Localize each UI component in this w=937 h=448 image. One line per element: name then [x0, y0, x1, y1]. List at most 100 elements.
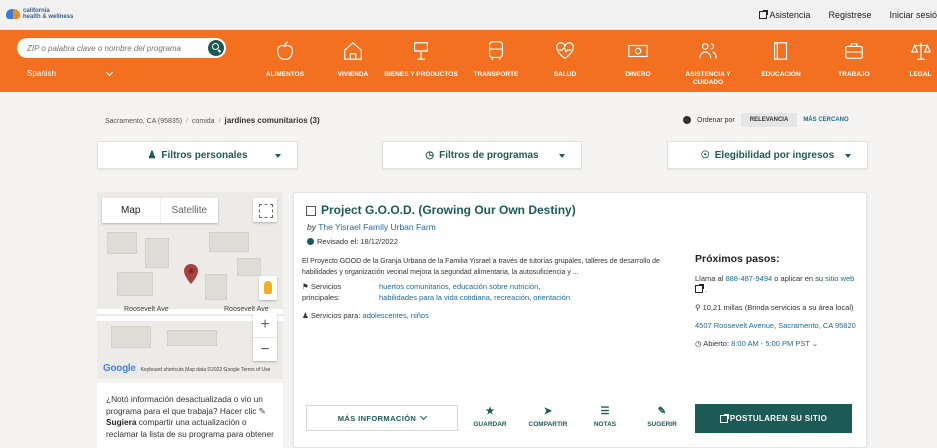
person-icon: ♟: [302, 311, 309, 320]
service-link[interactable]: educación sobre nutrición: [453, 282, 538, 291]
top-bar: california health & wellness Asistencia …: [0, 0, 937, 30]
map-building: [111, 326, 151, 348]
lamp-icon: [413, 42, 429, 60]
map-building: [107, 232, 137, 254]
nav-label: ASISTENCIA Y CUIDADO: [685, 71, 731, 86]
street-label: Roosevelt Ave: [124, 306, 169, 313]
nav-item-trabajo[interactable]: TRABAJO: [832, 30, 876, 92]
street-label: Roosevelt Ave: [224, 306, 269, 313]
top-links: Asistencia Registrese Iniciar sesió: [759, 10, 937, 20]
income-eligibility-dropdown[interactable]: ☉ Elegibilidad por ingresos: [667, 141, 868, 169]
contact-line: Llama al 888-487-9494 o aplicar en su si…: [695, 274, 855, 294]
check-circle-icon: [307, 238, 314, 245]
money-icon: [628, 44, 648, 58]
nav-item-transporte[interactable]: TRANSPORTE: [470, 30, 522, 92]
share-button[interactable]: ➤ COMPARTIR: [523, 406, 573, 428]
breadcrumb: Sacramento, CA (95835) / comida / jardines c…: [105, 116, 320, 125]
clock-icon: ◷: [695, 339, 702, 348]
program-title[interactable]: Project G.O.O.D. (Growing Our Own Destin…: [321, 203, 576, 217]
map-type-map-button[interactable]: Map: [102, 198, 160, 223]
save-button[interactable]: ★ GUARDAR: [465, 406, 515, 428]
select-checkbox[interactable]: [306, 206, 316, 216]
nav-item-asistencia[interactable]: ASISTENCIA Y CUIDADO: [680, 30, 736, 92]
map-footer: Google Keyboard shortcuts Map data ©2022…: [103, 363, 270, 374]
zoom-in-button[interactable]: +: [253, 313, 277, 337]
nav-item-legal[interactable]: LEGAL: [904, 30, 937, 92]
filter-label: Filtros de programas: [439, 149, 539, 161]
nav-item-dinero[interactable]: DINERO: [618, 30, 658, 92]
map-pin-icon[interactable]: [184, 264, 198, 284]
service-link[interactable]: recreación: [494, 293, 529, 302]
suggest-button[interactable]: ✎ SUGERIR: [637, 406, 687, 428]
services-list: huertos comunitarios, educación sobre nu…: [379, 282, 570, 302]
breadcrumb-location[interactable]: Sacramento, CA (95835): [105, 118, 182, 125]
info-icon[interactable]: [683, 116, 691, 124]
language-selector[interactable]: Spanish: [27, 69, 56, 78]
more-info-button[interactable]: MÁS INFORMACIÓN: [306, 405, 458, 431]
book-icon: [773, 42, 788, 60]
assistance-link[interactable]: Asistencia: [759, 10, 810, 20]
street-view-pegman-icon[interactable]: [259, 276, 277, 300]
serves-link[interactable]: adolescentes: [363, 311, 407, 320]
site-logo[interactable]: california health & wellness: [6, 8, 73, 20]
nav-label: SALUD: [553, 71, 577, 78]
provider-link[interactable]: The Yisrael Family Urban Farm: [318, 222, 436, 232]
nav-label: LEGAL: [909, 71, 932, 78]
service-link[interactable]: habilidades para la vida cotidiana: [379, 293, 490, 302]
fullscreen-icon[interactable]: [253, 198, 277, 222]
sort-relevance-button[interactable]: RELEVANCIA: [740, 113, 798, 127]
nav-item-salud[interactable]: SALUD: [545, 30, 585, 92]
nav-item-bienes[interactable]: BIENES Y PRODUCTOS: [384, 30, 458, 92]
zoom-out-button[interactable]: −: [253, 337, 277, 361]
map-building: [205, 274, 227, 300]
map-type-satellite-button[interactable]: Satellite: [159, 198, 219, 223]
address-link[interactable]: 4507 Roosevelt Avenue, Sacramento, CA 95…: [695, 320, 860, 331]
house-icon: [344, 41, 362, 60]
suggest-link[interactable]: Sugiera: [106, 417, 136, 427]
sort-nearest-button[interactable]: MÁS CERCANO: [803, 117, 848, 123]
map[interactable]: Roosevelt Ave Roosevelt Ave Map Satellit…: [97, 192, 283, 379]
program-card: Project G.O.O.D. (Growing Our Own Destin…: [293, 192, 867, 448]
reviewed-date: Revisado el: 18/12/2022: [307, 237, 398, 246]
serves-line: ♟ Servicios para: adolescentes, niños: [302, 311, 429, 320]
serves-link[interactable]: niños: [411, 311, 429, 320]
star-icon: ★: [485, 406, 495, 417]
hours-line[interactable]: ◷ Abierto: 8:00 AM - 5:00 PM PST ⌄: [695, 338, 860, 349]
register-link[interactable]: Registrese: [828, 10, 871, 20]
caret-down-icon: [559, 154, 565, 158]
external-link-icon: [719, 413, 729, 423]
google-logo: Google: [103, 363, 136, 374]
apply-on-site-button[interactable]: POSTULAREN SU SITIO: [695, 404, 852, 433]
nav-item-vivienda[interactable]: VIVIENDA: [332, 30, 374, 92]
tag-icon: ⚑: [302, 282, 309, 291]
breadcrumb-category[interactable]: comida: [192, 118, 215, 125]
nav-label: VIVIENDA: [337, 71, 369, 78]
location-pin-icon: ⚲: [695, 303, 701, 312]
website-link[interactable]: sitio web: [825, 274, 854, 283]
person-icon: ♟: [147, 149, 157, 161]
map-attribution[interactable]: Keyboard shortcuts Map data ©2022 Google…: [141, 367, 271, 373]
search-button[interactable]: [208, 40, 224, 56]
notes-button[interactable]: ☰ NOTAS: [580, 406, 630, 428]
external-link-icon: [759, 10, 769, 19]
category-nav: Spanish ALIMENTOS VIVIENDA BIENES Y PROD…: [0, 30, 937, 92]
chevron-down-icon: [420, 412, 428, 421]
distance-line: ⚲ 10,21 millas (Brinda servicios a su ár…: [695, 303, 854, 312]
suggest-text-1: ¿Notó información desactualizada o vio u…: [106, 394, 263, 416]
service-link[interactable]: huertos comunitarios: [379, 282, 449, 291]
map-building: [237, 258, 261, 276]
login-link[interactable]: Iniciar sesió: [889, 10, 937, 20]
nav-item-educacion[interactable]: EDUCACIÓN: [758, 30, 804, 92]
map-building: [117, 272, 153, 296]
services-label: ⚑ Servicios principales:: [302, 282, 342, 302]
search-input[interactable]: [17, 38, 197, 58]
phone-link[interactable]: 888-487-9494: [725, 274, 772, 283]
program-filters-dropdown[interactable]: ◷ Filtros de programas: [382, 141, 582, 169]
personal-filters-dropdown[interactable]: ♟ Filtros personales: [97, 141, 298, 169]
nav-item-alimentos[interactable]: ALIMENTOS: [262, 30, 308, 92]
service-link[interactable]: orientación: [533, 293, 570, 302]
filter-label: Elegibilidad por ingresos: [714, 149, 835, 161]
chevron-down-icon[interactable]: [105, 68, 114, 77]
clock-icon: ◷: [425, 149, 435, 161]
pencil-icon: ✎: [657, 406, 667, 417]
